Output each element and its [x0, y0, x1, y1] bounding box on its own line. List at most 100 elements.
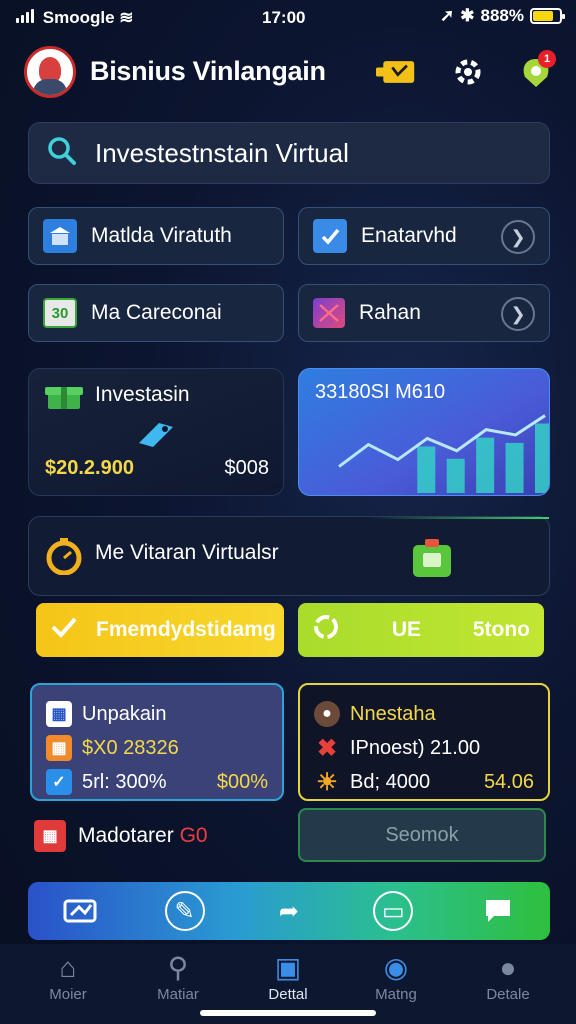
folder-icon [313, 298, 345, 328]
notification-icon[interactable]: 1 [516, 50, 556, 92]
grid-icon: ▦ [46, 735, 72, 761]
swap-icon[interactable] [60, 891, 100, 931]
status-right: ➚ ✱ 888% [440, 6, 565, 26]
gift-icon: ▦ [34, 820, 66, 852]
status-bar: Smoogle ≋ 17:00 ➚ ✱ 888% [0, 0, 576, 36]
signal-icon [16, 9, 34, 23]
feature-banner[interactable]: Me Vitaran Virtualsr [28, 516, 550, 596]
battery-icon [530, 8, 565, 24]
stats-row: ▦ $X0 28326 [46, 731, 268, 765]
secondary-action-button[interactable]: UE 5tono [298, 603, 544, 657]
app-title: Bisnius Vinlangain [90, 56, 326, 86]
investment-title: Investasin [95, 383, 190, 406]
primary-action-button[interactable]: Fmemdydstidamg [36, 603, 284, 657]
stats-row-label: Bd; 4000 [350, 770, 431, 793]
stats-row-label: 5rl: 300% [82, 770, 167, 793]
chat-icon: ◉ [383, 952, 409, 983]
stopwatch-icon [45, 537, 83, 580]
stats-card-right[interactable]: ● Nnestaha ✖ IPnoest) 21.00 ☀ Bd; 4000 5… [298, 683, 550, 801]
tab-label: Detale [486, 986, 530, 1003]
share-arrow-icon[interactable]: ➦ [269, 891, 309, 931]
battery-percent: 888% [480, 6, 524, 25]
tab-label: Matiar [157, 986, 199, 1003]
stats-title: Nnestaha [350, 702, 436, 725]
wifi-icon: ≋ [119, 8, 134, 27]
nav-card-label: Enatarvhd [361, 224, 457, 247]
stats-header: ● Nnestaha [314, 697, 534, 731]
nav-card-careconai[interactable]: 30 Ma Careconai [28, 284, 284, 342]
home-icon: ⌂ [59, 952, 77, 983]
home-indicator [200, 1010, 376, 1016]
box-icon: ▣ [274, 952, 302, 983]
tab-details[interactable]: ▣ Dettal [238, 950, 338, 1003]
primary-button-label: Fmemdydstidamg [96, 618, 276, 641]
chart-bar [505, 442, 524, 493]
nav-card-label: Matlda Viratuth [91, 224, 232, 247]
trend-chart [338, 414, 549, 493]
nav-card-label: Ma Careconai [91, 301, 222, 324]
nav-card-enatarvhd[interactable]: Enatarvhd ❯ [298, 207, 550, 265]
settings-icon[interactable] [448, 52, 488, 92]
secondary-button-value: 5tono [472, 618, 530, 641]
feature-title: Me Vitaran Virtualsr [95, 541, 279, 564]
pen-icon[interactable]: ✎ [164, 891, 205, 931]
sun-icon: ☀ [316, 768, 338, 796]
stats-card-left[interactable]: ▦ Unpakain ▦ $X0 28326 ✓ 5rl: 300% $00% [30, 683, 284, 801]
avatar-body-icon [33, 79, 67, 95]
search-input[interactable] [95, 137, 535, 169]
tab-label: Moier [49, 986, 87, 1003]
promo-highlight: G0 [179, 824, 208, 847]
chart-bar [446, 458, 465, 493]
chart-bar [535, 423, 549, 493]
person-icon: ● [499, 952, 517, 983]
quick-action-bar: ✎ ➦ ▭ [28, 882, 550, 940]
stats-row-value: 54.06 [483, 770, 534, 793]
tab-label: Matng [375, 986, 417, 1003]
chart-bar [417, 446, 436, 493]
search-bar[interactable] [28, 122, 550, 184]
tab-home[interactable]: ⌂ Moier [18, 950, 118, 1003]
search-icon [47, 136, 77, 171]
location-icon: ➚ [440, 6, 455, 25]
promo-left[interactable]: ▦ Madotarer G0 [34, 810, 284, 862]
chevron-right-icon[interactable]: ❯ [501, 297, 535, 331]
search-icon: ⚲ [167, 952, 189, 983]
nav-card-rahan[interactable]: Rahan ❯ [298, 284, 550, 342]
calendar-icon: ▦ [46, 701, 72, 727]
chevron-right-icon[interactable]: ❯ [501, 220, 535, 254]
gift-box-icon [45, 381, 83, 416]
app-header: Bisnius Vinlangain 1 [0, 40, 576, 104]
investment-card[interactable]: Investasin $20.2.900 $008 [28, 368, 284, 496]
notification-badge: 1 [538, 50, 556, 68]
folder-icon[interactable]: ▭ [373, 891, 414, 931]
nav-card-matlda[interactable]: Matlda Viratuth [28, 207, 284, 265]
chart-bar [476, 437, 495, 493]
stats-row: ☀ Bd; 4000 54.06 [314, 765, 534, 799]
building-icon [43, 219, 77, 253]
stats-row-value: $X0 28326 [82, 736, 179, 759]
stats-header: ▦ Unpakain [46, 697, 268, 731]
wallet-icon[interactable] [376, 52, 416, 92]
bluetooth-icon: ✱ [460, 6, 475, 25]
promo-right-button[interactable]: Seomok [298, 808, 546, 862]
chat-bubble-icon[interactable] [478, 891, 518, 931]
briefcase-icon [411, 537, 453, 584]
tag-icon [133, 417, 179, 456]
refresh-icon [312, 613, 340, 647]
carrier-label: Smoogle [42, 8, 115, 27]
trend-chart-card[interactable]: 33180SI M610 [298, 368, 550, 496]
tab-profile[interactable]: ● Detale [458, 950, 558, 1003]
secondary-button-label: UE [391, 618, 422, 641]
check-document-icon [313, 219, 347, 253]
tab-messages[interactable]: ◉ Matng [346, 950, 446, 1003]
nav-card-label: Rahan [359, 301, 421, 324]
tab-search[interactable]: ⚲ Matiar [128, 950, 228, 1003]
investment-value: $008 [224, 457, 270, 479]
clock: 17:00 [262, 8, 306, 27]
carrier: Smoogle ≋ [16, 8, 134, 28]
stats-row-value: $00% [216, 770, 268, 793]
investment-amount: $20.2.900 [45, 457, 134, 479]
avatar[interactable] [24, 46, 76, 98]
stats-row: ✖ IPnoest) 21.00 [314, 731, 534, 765]
stats-row-value: IPnoest) 21.00 [350, 736, 481, 759]
